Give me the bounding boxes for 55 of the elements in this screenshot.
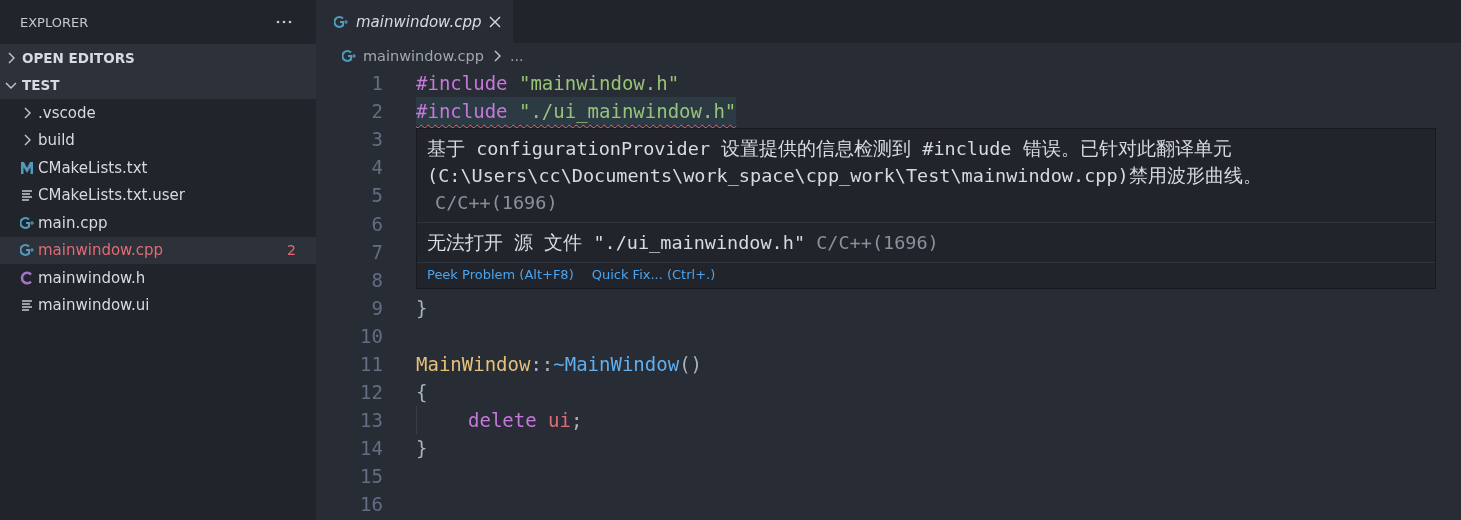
line-number: 9 [370, 296, 383, 319]
code-line: #include "mainwindow.h" [416, 71, 680, 97]
line-number: 12 [359, 381, 383, 404]
line-number: 3 [370, 128, 383, 151]
code-line: { [416, 380, 428, 406]
line-number: 5 [370, 184, 383, 207]
close-icon[interactable] [488, 15, 501, 28]
hover-action-link[interactable]: Peek Problem (Alt+F8) [427, 267, 574, 282]
hover-action-link[interactable]: Quick Fix... (Ctrl+.) [591, 267, 716, 282]
error-source: C/C++(1696) [434, 191, 559, 215]
cpp-file-icon [342, 49, 357, 63]
breadcrumb-item[interactable]: mainwindow.cpp [363, 48, 484, 64]
file-tree-item[interactable]: main.cpp [0, 209, 316, 237]
line-number: 1 [370, 72, 383, 95]
file-tree-item[interactable]: mainwindow.cpp 2 [0, 236, 316, 264]
code-line: } [416, 295, 428, 321]
line-number: 13 [359, 409, 383, 432]
error-message: 基于 configurationProvider 设置提供的信息检测到 #include 错误。已针对此翻译单元 (C:\Users\cc\Documents\work_space\cpp_work\Test\mainwindow.cpp)禁用波形曲线。 [427, 138, 1262, 186]
line-number: 11 [359, 353, 383, 375]
section-label: TEST [22, 77, 60, 94]
error-source: C/C++(1696) [816, 232, 939, 253]
code-line: } [416, 436, 428, 462]
file-tree-item[interactable]: CMakeLists.txt.user [0, 181, 316, 209]
section-header[interactable]: TEST [0, 71, 316, 99]
line-number: 2 [370, 100, 383, 123]
file-tree-item[interactable]: build [0, 126, 316, 154]
breadcrumb-item[interactable]: ... [509, 48, 524, 64]
line-number: 7 [370, 240, 383, 263]
error-message: 无法打开 源 文件 "./ui_mainwindow.h" [427, 232, 806, 253]
section-label: OPEN EDITORS [22, 49, 135, 66]
line-number: 4 [370, 156, 383, 179]
code-line: delete ui; [416, 406, 583, 435]
editor-tab[interactable]: mainwindow.cpp [316, 0, 513, 43]
file-tree-item[interactable]: CMakeLists.txt [0, 154, 316, 182]
section-header[interactable]: OPEN EDITORS [0, 44, 316, 72]
cpp-file-icon [19, 243, 35, 258]
problem-count: 2 [287, 242, 296, 259]
explorer-title: EXPLORER [20, 14, 89, 30]
line-number: 14 [359, 437, 383, 460]
c-letter-icon [20, 270, 34, 285]
line-number: 8 [370, 268, 383, 291]
m-letter-icon [20, 160, 34, 175]
cpp-file-icon [334, 14, 349, 29]
more-icon[interactable] [276, 20, 292, 24]
line-number: 6 [370, 212, 383, 235]
file-tree-item[interactable]: .vscode [0, 99, 316, 127]
cpp-file-icon [19, 215, 35, 230]
line-number: 10 [359, 324, 383, 347]
lines-icon [20, 298, 34, 313]
line-number: 16 [359, 493, 383, 516]
file-tree-item[interactable]: mainwindow.ui [0, 291, 316, 319]
file-tree-item[interactable]: mainwindow.h [0, 264, 316, 292]
code-line: MainWindow::~MainWindow() [416, 352, 702, 377]
line-number: 15 [359, 465, 383, 488]
lines-icon [20, 188, 34, 203]
